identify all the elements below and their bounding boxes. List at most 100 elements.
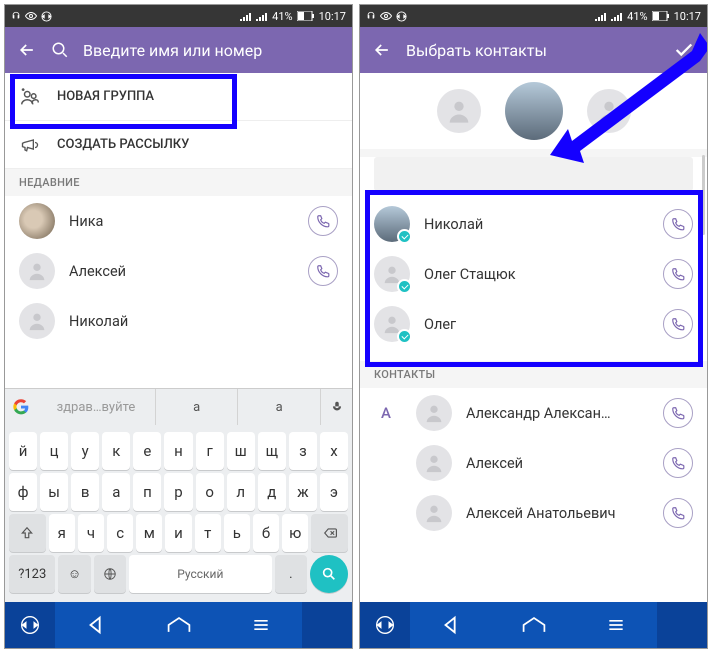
battery-icon bbox=[652, 11, 670, 21]
contact-row[interactable]: Ника bbox=[5, 196, 352, 246]
call-button[interactable] bbox=[308, 256, 338, 286]
broadcast-button[interactable]: СОЗДАТЬ РАССЫЛКУ bbox=[5, 121, 352, 169]
home-icon bbox=[521, 615, 547, 635]
key[interactable]: с bbox=[107, 514, 133, 552]
key[interactable]: о bbox=[196, 473, 224, 511]
key[interactable]: л bbox=[227, 473, 255, 511]
nav-back[interactable] bbox=[55, 602, 138, 648]
key[interactable]: щ bbox=[258, 432, 286, 470]
nav-teamviewer[interactable] bbox=[360, 602, 410, 648]
key[interactable]: х bbox=[320, 432, 348, 470]
emoji-key[interactable]: ☺ bbox=[58, 555, 90, 593]
section-recent: НЕДАВНИЕ bbox=[5, 169, 352, 196]
backspace-icon bbox=[322, 526, 338, 540]
key[interactable]: а bbox=[102, 473, 130, 511]
battery-text: 41% bbox=[627, 10, 647, 23]
search-icon[interactable] bbox=[51, 41, 69, 59]
contact-row[interactable]: Алексей Анатольевич bbox=[360, 488, 707, 538]
statusbar: 41% 10:17 bbox=[5, 5, 352, 27]
phone-left: 41% 10:17 Введите имя или номер НОВАЯ ГР… bbox=[4, 4, 353, 649]
key[interactable]: ю bbox=[282, 514, 308, 552]
key[interactable]: ш bbox=[227, 432, 255, 470]
contact-row[interactable]: Николай bbox=[5, 296, 352, 346]
contact-row[interactable]: Олег bbox=[360, 299, 707, 349]
headset-icon bbox=[366, 11, 376, 21]
call-button[interactable] bbox=[663, 309, 693, 339]
key[interactable]: э bbox=[320, 473, 348, 511]
key[interactable]: к bbox=[102, 432, 130, 470]
key[interactable]: и bbox=[165, 514, 191, 552]
numkey[interactable]: ?123 bbox=[9, 555, 55, 593]
call-button[interactable] bbox=[663, 209, 693, 239]
avatar[interactable] bbox=[437, 89, 481, 133]
scrollbar[interactable] bbox=[702, 155, 705, 235]
back-icon[interactable] bbox=[372, 40, 392, 60]
contact-row[interactable]: Николай bbox=[360, 199, 707, 249]
nav-recent[interactable] bbox=[220, 602, 303, 648]
search-placeholder[interactable]: Введите имя или номер bbox=[83, 41, 340, 60]
suggestion[interactable]: здрав…вуйте bbox=[37, 389, 155, 425]
key[interactable]: ц bbox=[40, 432, 68, 470]
appbar: Введите имя или номер bbox=[5, 27, 352, 73]
avatar bbox=[416, 495, 452, 531]
key-row: йцукенгшщзх bbox=[9, 432, 348, 470]
keyboard[interactable]: здрав…вуйте а а йцукенгшщзх фывапролджэ … bbox=[5, 388, 352, 602]
teamviewer-icon bbox=[396, 11, 407, 22]
key[interactable]: я bbox=[49, 514, 75, 552]
nav-home[interactable] bbox=[137, 602, 220, 648]
key[interactable]: м bbox=[136, 514, 162, 552]
alpha-anchor: А bbox=[374, 404, 398, 422]
call-button[interactable] bbox=[663, 259, 693, 289]
navbar bbox=[360, 602, 707, 648]
call-button[interactable] bbox=[663, 398, 693, 428]
space-key[interactable]: Русский bbox=[129, 555, 272, 593]
backspace-key[interactable] bbox=[311, 514, 348, 552]
key[interactable]: т bbox=[195, 514, 221, 552]
period-key[interactable]: . bbox=[275, 555, 307, 593]
key[interactable]: д bbox=[258, 473, 286, 511]
nav-spacer bbox=[657, 602, 707, 648]
key[interactable]: н bbox=[164, 432, 192, 470]
key[interactable]: ф bbox=[9, 473, 37, 511]
contact-name: Олег Стащюк bbox=[424, 266, 649, 283]
key[interactable]: ж bbox=[289, 473, 317, 511]
new-group-button[interactable]: НОВАЯ ГРУППА bbox=[5, 73, 352, 121]
call-button[interactable] bbox=[663, 498, 693, 528]
key[interactable]: п bbox=[133, 473, 161, 511]
key[interactable]: е bbox=[133, 432, 161, 470]
call-button[interactable] bbox=[663, 448, 693, 478]
contact-row[interactable]: Олег Стащюк bbox=[360, 249, 707, 299]
avatar bbox=[374, 206, 410, 242]
contact-row[interactable]: А Александр Алексан… bbox=[360, 388, 707, 438]
contact-row[interactable]: Алексей bbox=[360, 438, 707, 488]
section-contacts: КОНТАКТЫ bbox=[360, 361, 707, 388]
search-key[interactable] bbox=[310, 555, 348, 593]
avatar bbox=[19, 253, 55, 289]
globe-key[interactable] bbox=[94, 555, 126, 593]
recent-list: Ника Алексей Николай bbox=[5, 196, 352, 346]
contact-row[interactable]: Алексей bbox=[5, 246, 352, 296]
key[interactable]: ч bbox=[78, 514, 104, 552]
key[interactable]: в bbox=[71, 473, 99, 511]
key[interactable]: ь bbox=[224, 514, 250, 552]
megaphone-icon bbox=[19, 135, 41, 155]
key[interactable]: ы bbox=[40, 473, 68, 511]
google-icon[interactable] bbox=[5, 389, 37, 425]
call-button[interactable] bbox=[308, 206, 338, 236]
key[interactable]: р bbox=[164, 473, 192, 511]
key[interactable]: у bbox=[71, 432, 99, 470]
shift-key[interactable] bbox=[9, 514, 46, 552]
person-icon bbox=[26, 260, 48, 282]
nav-home[interactable] bbox=[492, 602, 575, 648]
suggestion[interactable]: а bbox=[155, 389, 238, 425]
key[interactable]: б bbox=[253, 514, 279, 552]
key[interactable]: г bbox=[196, 432, 224, 470]
nav-recent[interactable] bbox=[575, 602, 658, 648]
nav-teamviewer[interactable] bbox=[5, 602, 55, 648]
mic-icon[interactable] bbox=[320, 389, 352, 425]
suggestion[interactable]: а bbox=[237, 389, 320, 425]
key[interactable]: з bbox=[289, 432, 317, 470]
back-icon[interactable] bbox=[17, 40, 37, 60]
key[interactable]: й bbox=[9, 432, 37, 470]
nav-back[interactable] bbox=[410, 602, 493, 648]
